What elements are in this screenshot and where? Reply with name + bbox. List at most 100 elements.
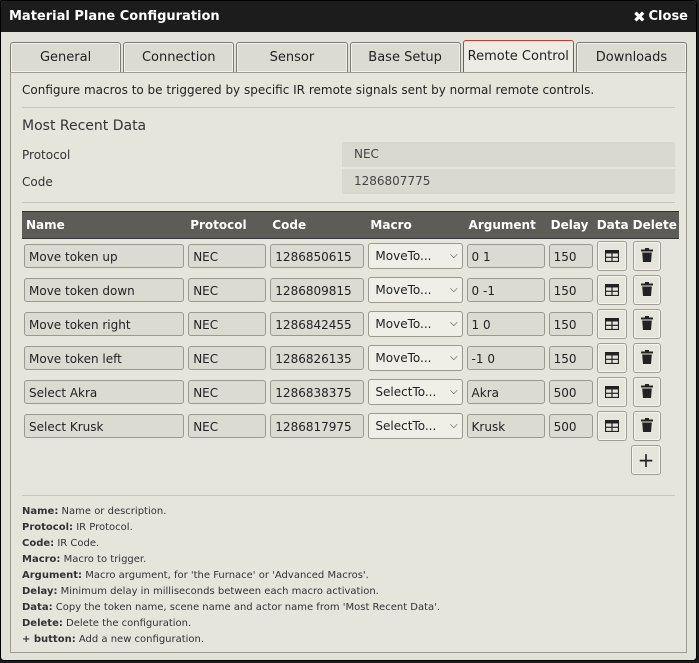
table-row: Move token down NEC 1286809815 MoveTo...…	[22, 273, 679, 307]
row-data-button[interactable]	[596, 241, 627, 271]
chevron-down-icon: ⌵	[449, 284, 458, 295]
macro-config-table: Name Protocol Code Macro Argument Delay …	[22, 211, 679, 443]
recent-code-value: 1286807775	[342, 169, 675, 194]
row-macro-value: SelectTo...	[375, 419, 437, 433]
row-delay-input[interactable]: 500	[548, 414, 593, 438]
help-line: Protocol: IR Protocol.	[22, 520, 675, 536]
recent-code-label: Code	[22, 174, 53, 189]
window-titlebar[interactable]: Material Plane Configuration ✖ Close	[1, 1, 696, 32]
row-delete-button[interactable]	[632, 411, 661, 441]
row-delay-input[interactable]: 150	[548, 346, 593, 370]
row-code-input[interactable]: 1286850615	[270, 244, 365, 268]
trash-icon	[640, 281, 653, 300]
help-text: IR Code.	[54, 538, 100, 549]
row-code-input[interactable]: 1286838375	[270, 380, 365, 404]
table-header-row: Name Protocol Code Macro Argument Delay …	[22, 211, 679, 239]
row-delay-input[interactable]: 150	[548, 312, 593, 336]
help-term: Delete:	[22, 618, 63, 629]
row-delete-button[interactable]	[632, 343, 661, 373]
row-macro-select[interactable]: MoveTo... ⌵	[368, 243, 463, 269]
row-name-input[interactable]: Select Krusk	[24, 414, 185, 438]
section-divider	[22, 202, 675, 203]
row-delete-button[interactable]	[632, 377, 661, 407]
row-protocol-input[interactable]: NEC	[188, 278, 267, 302]
row-macro-select[interactable]: MoveTo... ⌵	[368, 311, 463, 337]
row-delete-button[interactable]	[632, 275, 661, 305]
recent-protocol-label: Protocol	[22, 147, 71, 162]
row-macro-select[interactable]: MoveTo... ⌵	[368, 277, 463, 303]
tab-connection[interactable]: Connection	[123, 42, 235, 72]
row-macro-select[interactable]: SelectTo... ⌵	[368, 413, 463, 439]
help-text: IR Protocol.	[73, 522, 133, 533]
table-row: Select Akra NEC 1286838375 SelectTo... ⌵ …	[22, 375, 679, 409]
tab-sensor[interactable]: Sensor	[236, 42, 348, 72]
chevron-down-icon: ⌵	[449, 352, 458, 363]
row-name-input[interactable]: Move token right	[24, 312, 185, 336]
row-delete-button[interactable]	[632, 241, 661, 271]
row-code-input[interactable]: 1286842455	[270, 312, 365, 336]
recent-protocol-value: NEC	[342, 142, 675, 167]
help-term: Argument:	[22, 570, 83, 581]
row-delay-input[interactable]: 500	[548, 380, 593, 404]
close-label: Close	[648, 9, 688, 24]
row-data-button[interactable]	[596, 275, 627, 305]
row-delay-input[interactable]: 150	[548, 244, 593, 268]
row-protocol-input[interactable]: NEC	[188, 346, 267, 370]
row-data-button[interactable]	[596, 377, 627, 407]
help-text: Copy the token name, scene name and acto…	[52, 602, 441, 613]
tab-remote-control[interactable]: Remote Control	[462, 40, 574, 72]
row-code-input[interactable]: 1286817975	[270, 414, 365, 438]
row-macro-value: MoveTo...	[375, 317, 432, 331]
chevron-down-icon: ⌵	[449, 386, 458, 397]
row-protocol-input[interactable]: NEC	[188, 380, 267, 404]
row-argument-input[interactable]: 0 -1	[466, 278, 545, 302]
row-argument-input[interactable]: -1 0	[466, 346, 545, 370]
help-term: Macro:	[22, 554, 61, 565]
row-name-input[interactable]: Move token up	[24, 244, 185, 268]
remote-control-panel: Configure macros to be triggered by spec…	[10, 72, 687, 653]
tab-downloads[interactable]: Downloads	[575, 42, 688, 72]
row-data-button[interactable]	[596, 411, 627, 441]
tab-base-setup[interactable]: Base Setup	[349, 42, 461, 72]
table-row: Move token right NEC 1286842455 MoveTo..…	[22, 307, 679, 341]
intro-text: Configure macros to be triggered by spec…	[22, 83, 675, 108]
help-section: Name: Name or description. Protocol: IR P…	[22, 495, 675, 648]
header-macro: Macro	[366, 211, 465, 239]
row-protocol-input[interactable]: NEC	[188, 414, 267, 438]
add-configuration-button[interactable]: +	[631, 445, 661, 475]
table-icon	[604, 383, 619, 402]
help-text: Macro to trigger.	[60, 554, 147, 565]
row-protocol-input[interactable]: NEC	[188, 312, 267, 336]
row-argument-input[interactable]: 1 0	[466, 312, 545, 336]
plus-icon: +	[637, 448, 655, 472]
row-name-input[interactable]: Select Akra	[24, 380, 185, 404]
config-window: Material Plane Configuration ✖ Close Gen…	[0, 0, 697, 661]
close-button[interactable]: ✖ Close	[633, 8, 688, 26]
help-term: Data:	[22, 602, 53, 613]
row-macro-value: MoveTo...	[375, 249, 432, 263]
row-argument-input[interactable]: Akra	[466, 380, 545, 404]
header-delete: Delete	[630, 211, 679, 239]
row-data-button[interactable]	[596, 343, 627, 373]
row-macro-select[interactable]: MoveTo... ⌵	[368, 345, 463, 371]
tab-general[interactable]: General	[10, 42, 122, 72]
row-delay-input[interactable]: 150	[548, 278, 593, 302]
row-delete-button[interactable]	[632, 309, 661, 339]
row-code-input[interactable]: 1286826135	[270, 346, 365, 370]
row-argument-input[interactable]: 0 1	[466, 244, 545, 268]
table-icon	[604, 281, 619, 300]
row-protocol-input[interactable]: NEC	[188, 244, 267, 268]
row-data-button[interactable]	[596, 309, 627, 339]
trash-icon	[640, 417, 653, 436]
recent-protocol-row: Protocol NEC	[22, 142, 675, 167]
row-name-input[interactable]: Move token down	[24, 278, 185, 302]
table-icon	[604, 349, 619, 368]
row-macro-select[interactable]: SelectTo... ⌵	[368, 379, 463, 405]
header-delay: Delay	[546, 211, 595, 239]
help-line: Macro: Macro to trigger.	[22, 552, 675, 568]
row-argument-input[interactable]: Krusk	[466, 414, 545, 438]
help-term: Name:	[22, 506, 59, 517]
row-code-input[interactable]: 1286809815	[270, 278, 365, 302]
help-line: Name: Name or description.	[22, 504, 675, 520]
row-name-input[interactable]: Move token left	[24, 346, 185, 370]
